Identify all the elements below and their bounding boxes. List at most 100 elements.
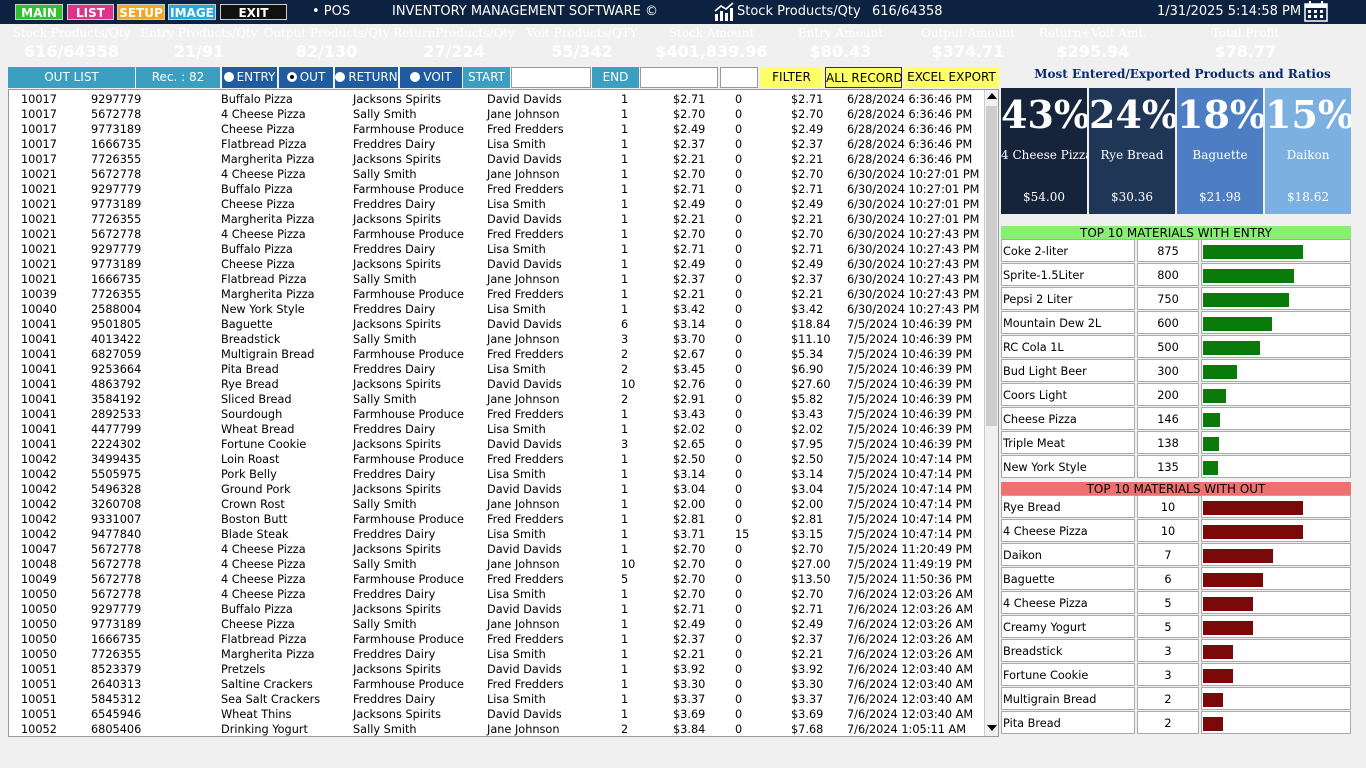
table-row[interactable]: 10049 5672778 4 Cheese Pizza Farmhouse Prod…: [9, 572, 984, 587]
start-date-input[interactable]: [511, 67, 591, 88]
table-row[interactable]: 10050 5672778 4 Cheese Pizza Freddres Dairy…: [9, 587, 984, 602]
table-row[interactable]: 10042 3499435 Loin Roast Farmhouse Produce F…: [9, 452, 984, 467]
table-cell: $5.82: [791, 393, 824, 406]
table-row[interactable]: 10047 5672778 4 Cheese Pizza Jacksons Spiri…: [9, 542, 984, 557]
table-cell: Pita Bread: [221, 363, 279, 376]
filter-button[interactable]: FILTER: [760, 67, 823, 88]
all-record-button[interactable]: ALL RECORD: [825, 67, 903, 88]
scroll-up-arrow-icon[interactable]: [987, 93, 997, 99]
scroll-down-arrow-icon[interactable]: [987, 725, 997, 731]
end-date-input[interactable]: [640, 67, 718, 88]
material-name: 4 Cheese Pizza: [1001, 519, 1135, 542]
table-row[interactable]: 10051 2640313 Saltine Crackers Farmhouse Pr…: [9, 677, 984, 692]
material-qty: 2: [1137, 687, 1199, 710]
table-row[interactable]: 10017 9297779 Buffalo Pizza Jacksons Spirit…: [9, 92, 984, 107]
table-cell: $2.49: [791, 123, 824, 136]
table-cell: 4477799: [91, 423, 142, 436]
table-row[interactable]: 10021 5672778 4 Cheese Pizza Farmhouse Prod…: [9, 227, 984, 242]
stat-value: $374.71: [931, 42, 1005, 61]
qty-bar: [1203, 597, 1253, 611]
table-row[interactable]: 10041 2224302 Fortune Cookie Jacksons Spiri…: [9, 437, 984, 452]
table-cell: $2.21: [673, 288, 706, 301]
table-row[interactable]: 10041 4013422 Breadstick Sally Smith Jane Jo…: [9, 332, 984, 347]
out-records-list[interactable]: 10017 9297779 Buffalo Pizza Jacksons Spirit…: [8, 89, 999, 737]
table-row[interactable]: 10017 5672778 4 Cheese Pizza Sally Smith Jan…: [9, 107, 984, 122]
table-row[interactable]: 10021 9773189 Cheese Pizza Freddres Dairy Li…: [9, 197, 984, 212]
exit-button[interactable]: EXIT: [220, 4, 287, 20]
table-cell: 10050: [21, 648, 57, 661]
table-row[interactable]: 10017 7726355 Margherita Pizza Jacksons Spi…: [9, 152, 984, 167]
table-row[interactable]: 10042 5505975 Pork Belly Freddres Dairy Lisa…: [9, 467, 984, 482]
table-row[interactable]: 10051 8523379 Pretzels Jacksons Spirits Davi…: [9, 662, 984, 677]
table-cell: Flatbread Pizza: [221, 138, 307, 151]
table-row[interactable]: 10050 9773189 Cheese Pizza Sally Smith Jane …: [9, 617, 984, 632]
table-cell: 9773189: [91, 618, 142, 631]
table-cell: 6545946: [91, 708, 142, 721]
table-row[interactable]: 10021 1666735 Flatbread Pizza Sally Smith Ja…: [9, 272, 984, 287]
table-row[interactable]: 10021 9773189 Cheese Pizza Jacksons Spirits…: [9, 257, 984, 272]
app-title: INVENTORY MANAGEMENT SOFTWARE ©: [392, 4, 658, 19]
main-button[interactable]: MAIN: [15, 4, 63, 20]
table-row[interactable]: 10041 6827059 Multigrain Bread Farmhouse Pr…: [9, 347, 984, 362]
table-row[interactable]: 10042 5496328 Ground Pork Jacksons Spirits D…: [9, 482, 984, 497]
table-cell: 6/28/2024 6:36:46 PM: [847, 108, 973, 121]
list-button[interactable]: LIST: [67, 4, 114, 20]
table-cell: 0: [735, 198, 743, 211]
table-cell: 10050: [21, 603, 57, 616]
table-row[interactable]: 10050 7726355 Margherita Pizza Freddres Dai…: [9, 647, 984, 662]
voit-radio[interactable]: VOIT: [400, 67, 462, 88]
table-row[interactable]: 10039 7726355 Margherita Pizza Farmhouse Pr…: [9, 287, 984, 302]
search-input[interactable]: [720, 67, 758, 88]
entry-radio-label: ENTRY: [236, 70, 276, 84]
table-cell: 1: [621, 588, 629, 601]
table-cell: 0: [735, 123, 743, 136]
table-cell: 7/5/2024 10:47:14 PM: [847, 528, 973, 541]
stat-total-profit: Total Profit $78.77: [1155, 24, 1336, 66]
table-row[interactable]: 10017 9773189 Cheese Pizza Farmhouse Produc…: [9, 122, 984, 137]
table-cell: Fred Fredders: [487, 348, 564, 361]
vertical-scrollbar[interactable]: [984, 90, 998, 736]
table-row[interactable]: 10017 1666735 Flatbread Pizza Freddres Dair…: [9, 137, 984, 152]
scroll-thumb[interactable]: [986, 106, 997, 426]
table-row[interactable]: 10041 2892533 Sourdough Farmhouse Produce Fr…: [9, 407, 984, 422]
table-cell: 10017: [21, 138, 57, 151]
table-row[interactable]: 10042 3260708 Crown Rost Sally Smith Jane Jo…: [9, 497, 984, 512]
return-radio[interactable]: RETURN: [335, 67, 398, 88]
out-radio[interactable]: OUT: [279, 67, 333, 88]
table-row[interactable]: 10051 5845312 Sea Salt Crackers Freddres Da…: [9, 692, 984, 707]
table-row[interactable]: 10042 9331007 Boston Butt Farmhouse Produce…: [9, 512, 984, 527]
table-cell: Jane Johnson: [487, 558, 560, 571]
table-cell: 10042: [21, 453, 57, 466]
table-row[interactable]: 10040 2588004 New York Style Freddres Dairy…: [9, 302, 984, 317]
table-row[interactable]: 10052 6805406 Drinking Yogurt Sally Smith Ja…: [9, 722, 984, 736]
table-row[interactable]: 10041 9253664 Pita Bread Freddres Dairy Lisa…: [9, 362, 984, 377]
table-row[interactable]: 10050 9297779 Buffalo Pizza Jacksons Spirit…: [9, 602, 984, 617]
pos-label[interactable]: • POS: [312, 3, 350, 21]
calendar-icon[interactable]: [1304, 1, 1328, 22]
table-row[interactable]: 10041 4863792 Rye Bread Jacksons Spirits Dav…: [9, 377, 984, 392]
image-button[interactable]: IMAGE: [168, 4, 216, 20]
table-cell: 9297779: [91, 183, 142, 196]
table-cell: $2.21: [791, 213, 824, 226]
table-row[interactable]: 10042 9477840 Blade Steak Freddres Dairy Lis…: [9, 527, 984, 542]
setup-button[interactable]: SETUP: [117, 4, 165, 20]
table-row[interactable]: 10021 7726355 Margherita Pizza Jacksons Spi…: [9, 212, 984, 227]
table-cell: Farmhouse Produce: [353, 348, 464, 361]
table-cell: 10041: [21, 318, 57, 331]
table-row[interactable]: 10041 9501805 Baguette Jacksons Spirits Davi…: [9, 317, 984, 332]
table-row[interactable]: 10021 5672778 4 Cheese Pizza Sally Smith Jan…: [9, 167, 984, 182]
table-row[interactable]: 10021 9297779 Buffalo Pizza Freddres Dairy L…: [9, 242, 984, 257]
entry-radio[interactable]: ENTRY: [222, 67, 277, 88]
table-row[interactable]: 10021 9297779 Buffalo Pizza Farmhouse Produ…: [9, 182, 984, 197]
table-cell: $11.10: [791, 333, 831, 346]
table-row[interactable]: 10041 4477799 Wheat Bread Freddres Dairy Lis…: [9, 422, 984, 437]
table-row[interactable]: 10051 6545946 Wheat Thins Jacksons Spirits D…: [9, 707, 984, 722]
table-cell: $7.95: [791, 438, 824, 451]
table-row[interactable]: 10041 3584192 Sliced Bread Sally Smith Jane …: [9, 392, 984, 407]
table-cell: 5672778: [91, 543, 142, 556]
excel-export-button[interactable]: EXCEL EXPORT: [904, 67, 999, 88]
table-cell: $2.70: [791, 168, 824, 181]
table-row[interactable]: 10048 5672778 4 Cheese Pizza Sally Smith Jan…: [9, 557, 984, 572]
table-cell: 6/30/2024 10:27:43 PM: [847, 258, 980, 271]
table-row[interactable]: 10050 1666735 Flatbread Pizza Farmhouse Pro…: [9, 632, 984, 647]
